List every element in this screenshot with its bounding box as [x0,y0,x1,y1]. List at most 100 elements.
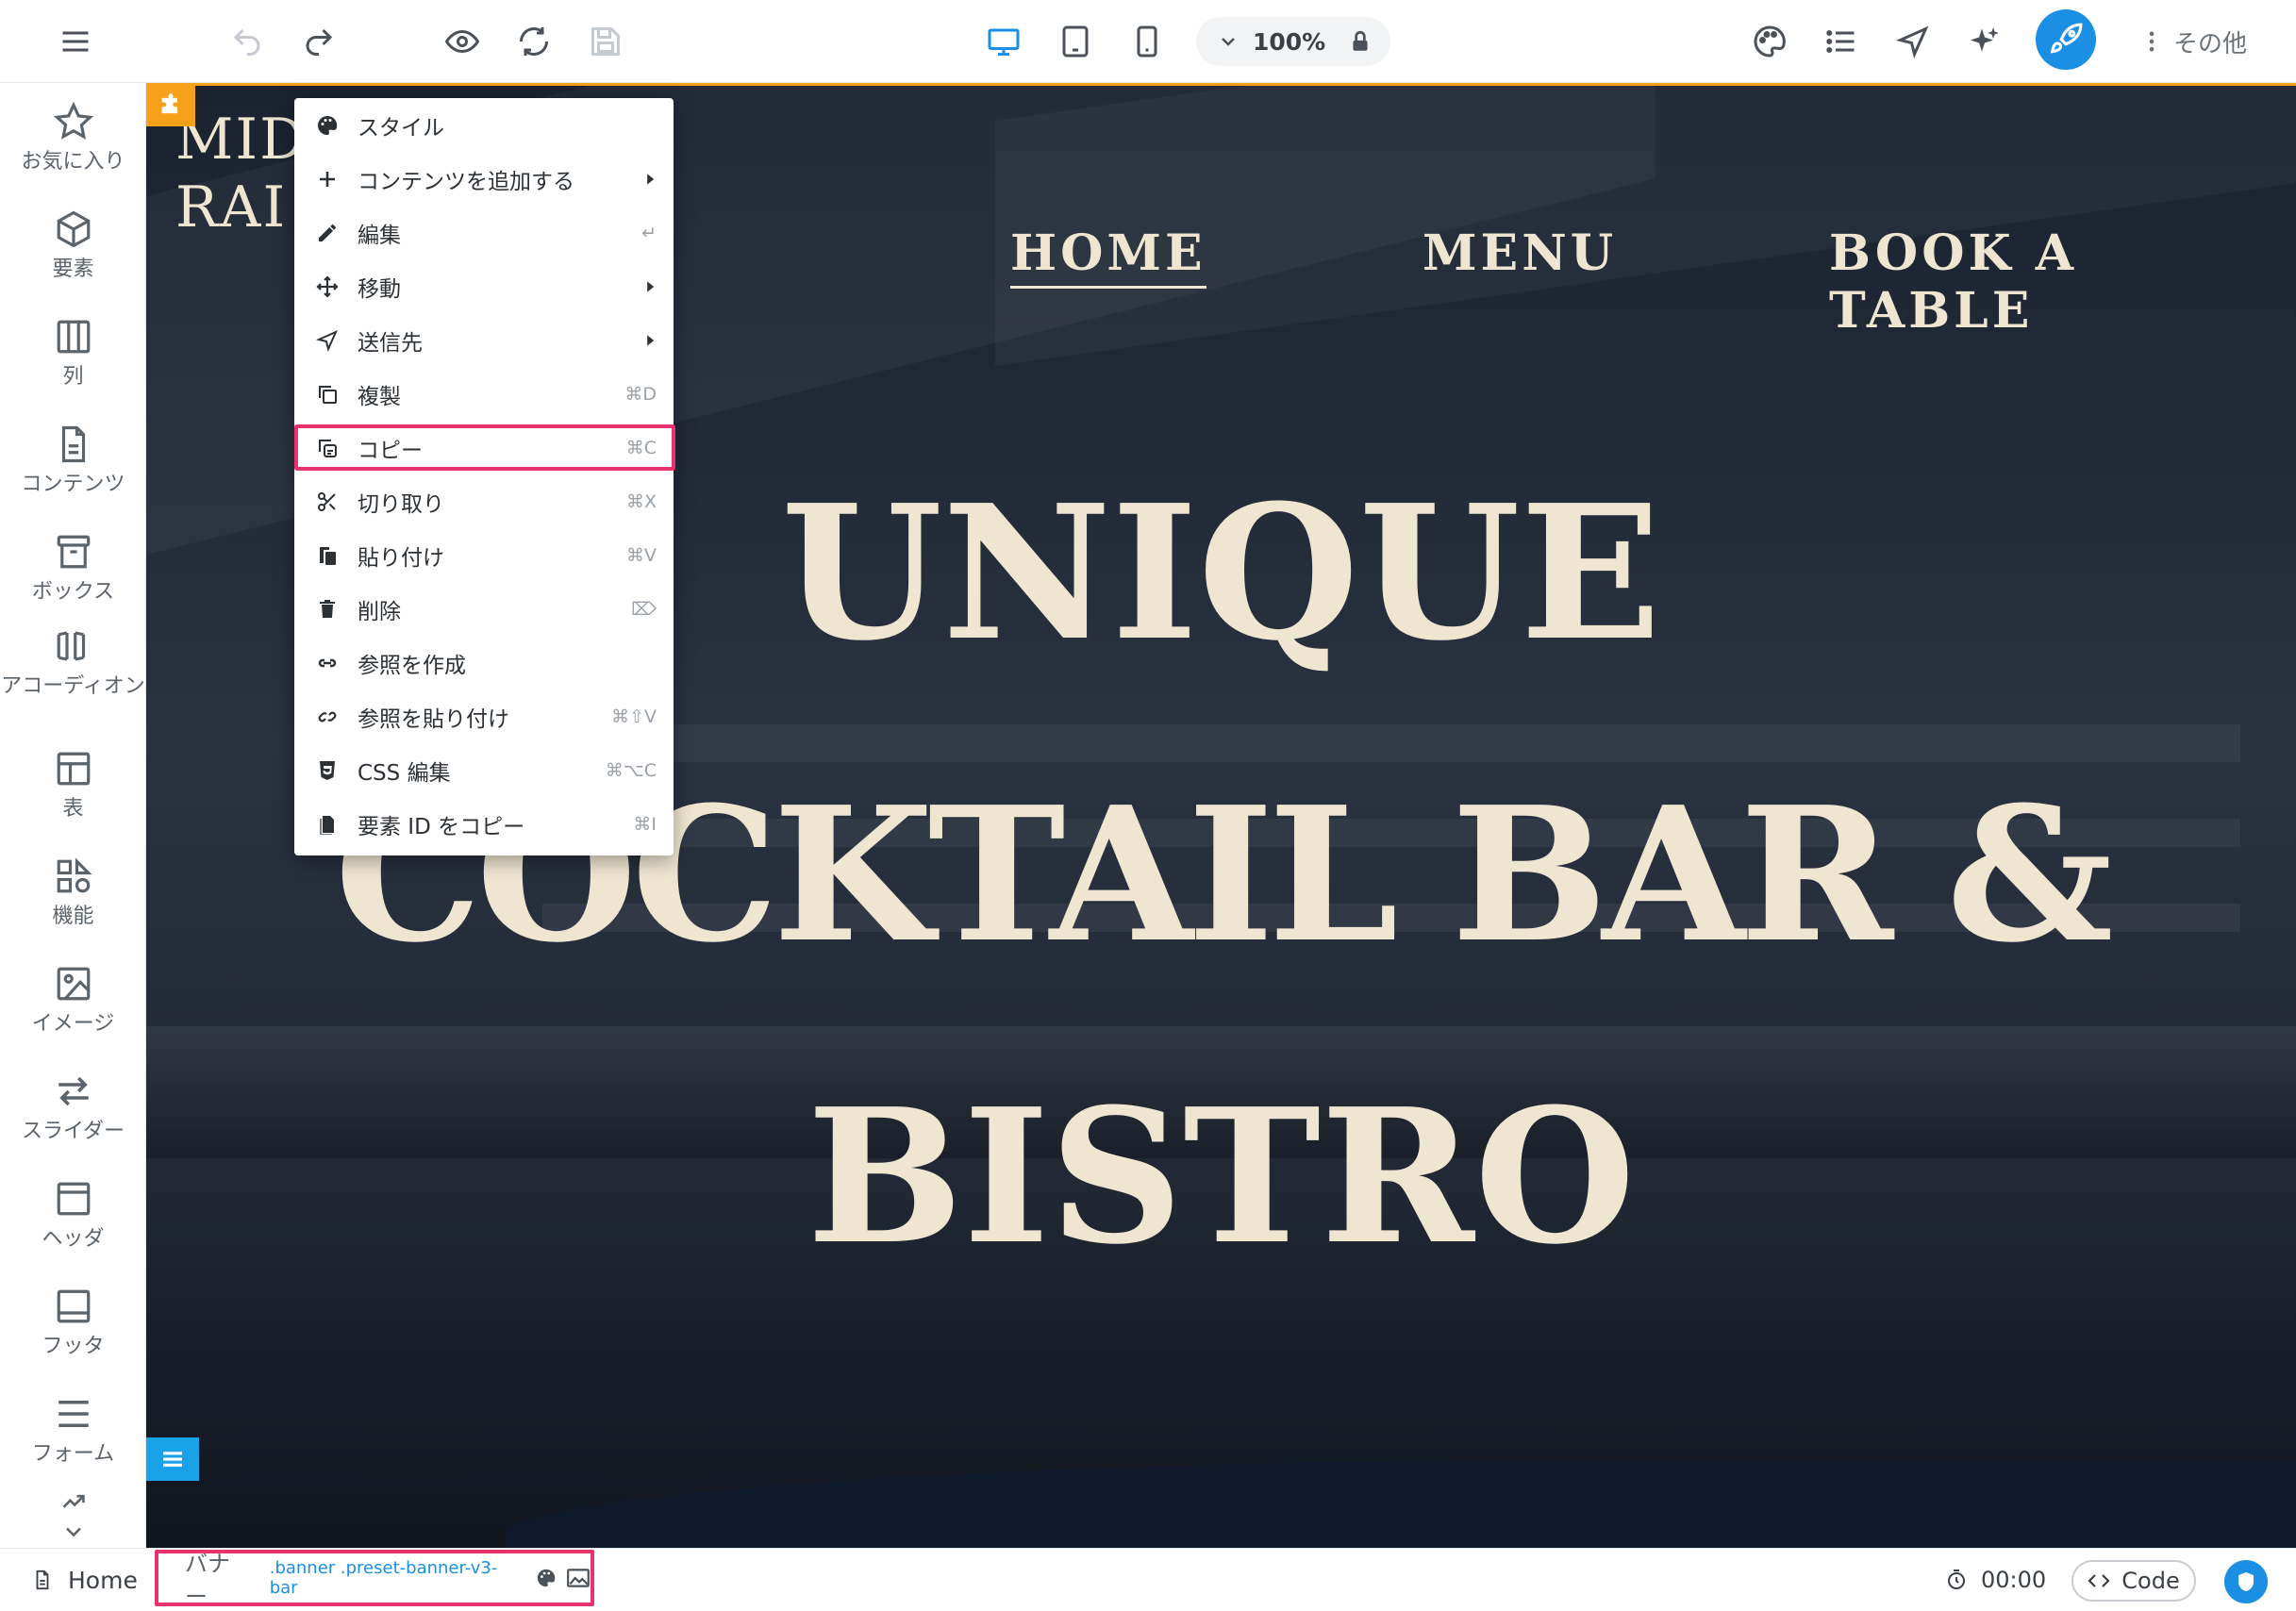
menu-item-move[interactable]: 移動 [294,259,674,313]
more-label: その他 [2173,29,2248,58]
nav-link-menu[interactable]: MENU [1423,224,1617,282]
navigate-arrow-icon[interactable] [1890,19,1936,64]
link-paste-icon [311,701,343,733]
move-icon [311,271,343,303]
puzzle-icon [161,93,177,114]
security-shield-button[interactable] [2224,1560,2268,1603]
pencil-icon [311,217,343,249]
menu-item-label: 送信先 [358,330,423,356]
page-selector[interactable]: Home [32,1564,138,1596]
breadcrumb[interactable]: バナー .banner .preset-banner-v3-bar [155,1550,594,1610]
tablet-view-icon[interactable] [1053,19,1098,64]
sidebar-item-favorites[interactable]: お気に入り [0,92,146,196]
sidebar-item-accordion[interactable]: アコーディオン [0,617,146,739]
sidebar-item-form[interactable]: フォーム [0,1385,146,1488]
sidebar-item-footer[interactable]: フッタ [0,1277,146,1381]
breadcrumb-element-name: バナー [185,1551,230,1610]
chevron-down-icon[interactable] [1211,25,1245,58]
palette-icon[interactable] [536,1568,557,1588]
code-button[interactable]: Code [2071,1560,2196,1602]
bottom-status-bar: Home バナー .banner .preset-banner-v3-bar 0… [0,1548,2296,1610]
preview-eye-icon[interactable] [440,19,485,64]
sidebar-item-columns[interactable]: 列 [0,307,146,411]
document-icon [61,425,85,463]
sidebar-item-table[interactable]: 表 [0,739,146,843]
duplicate-icon [311,378,343,410]
refresh-icon[interactable] [511,19,557,64]
slider-icon [58,1076,89,1106]
session-timer: 00:00 [1945,1564,2046,1596]
menu-item-delete[interactable]: 削除 ⌦ [294,582,674,636]
sidebar-item-image[interactable]: イメージ [0,955,146,1058]
sidebar-item-slider[interactable]: スライダー [0,1062,146,1166]
menu-item-css-edit[interactable]: CSS 編集 ⌘⌥C [294,743,674,797]
menu-item-shortcut: ⌦ [631,598,657,620]
link-icon [311,647,343,679]
cube-icon [57,210,90,248]
menu-item-duplicate[interactable]: 複製 ⌘D [294,367,674,421]
sidebar-item-label: イメージ [31,1012,115,1036]
table-icon [57,752,90,786]
zoom-control[interactable]: 100% [1196,17,1390,66]
sidebar-item-content[interactable]: コンテンツ [0,415,146,519]
logo-line2: RAI [175,174,288,241]
menu-item-style[interactable]: スタイル [294,98,674,152]
sidebar-item-header[interactable]: ヘッダ [0,1170,146,1273]
menu-item-label: 複製 [358,384,401,409]
id-copy-icon [311,808,343,840]
menu-item-send-to[interactable]: 送信先 [294,313,674,367]
columns-icon [57,320,90,354]
menu-item-label: 切り取り [358,491,444,517]
menu-item-cut[interactable]: 切り取り ⌘X [294,474,674,528]
image-icon[interactable] [566,1568,591,1588]
desktop-view-icon[interactable] [981,19,1026,64]
publish-rocket-button[interactable] [2036,9,2096,70]
hamburger-menu-icon[interactable] [53,19,98,64]
more-menu[interactable]: その他 [2138,19,2247,64]
sidebar-item-elements[interactable]: 要素 [0,200,146,304]
row-handle[interactable] [146,1437,199,1481]
chevron-down-icon [66,1527,81,1537]
menu-item-label: 要素 ID をコピー [358,814,525,839]
list-icon[interactable] [1819,19,1864,64]
plus-icon [311,163,343,195]
menu-item-shortcut: ⌘I [633,813,657,835]
sidebar-item-label: 表 [62,797,84,821]
menu-item-label: 参照を作成 [358,653,466,678]
lock-icon[interactable] [1343,25,1377,58]
menu-item-create-reference[interactable]: 参照を作成 [294,636,674,689]
undo-icon[interactable] [225,19,270,64]
menu-item-edit[interactable]: 編集 ↵ [294,206,674,259]
shield-icon [2238,1572,2254,1591]
palette-icon[interactable] [1747,19,1792,64]
menu-item-paste[interactable]: 貼り付け ⌘V [294,528,674,582]
nav-link-book-table[interactable]: BOOK A TABLE [1829,224,2296,340]
page-name: Home [68,1566,138,1594]
hero-heading-line3[interactable]: BISTRO [146,1064,2296,1290]
ai-sparkle-icon[interactable] [1962,19,2007,64]
menu-item-shortcut: ⌘D [624,383,657,405]
menu-item-paste-reference[interactable]: 参照を貼り付け ⌘⇧V [294,689,674,743]
submenu-arrow-icon [647,280,655,292]
breadcrumb-selector[interactable]: .banner .preset-banner-v3-bar [270,1558,524,1598]
sidebar-item-box[interactable]: ボックス [0,523,146,626]
element-handle[interactable] [146,85,195,126]
sidebar-item-label: フォーム [31,1442,115,1466]
submenu-arrow-icon [647,173,655,185]
code-label: Code [2121,1568,2180,1594]
form-icon [58,1401,89,1427]
sidebar-scroll-more[interactable] [53,1488,94,1545]
sidebar-item-features[interactable]: 機能 [0,847,146,951]
redo-icon[interactable] [296,19,341,64]
menu-item-add-content[interactable]: コンテンツを追加する [294,152,674,206]
mobile-view-icon[interactable] [1124,19,1170,64]
menu-item-label: 削除 [358,599,401,624]
menu-item-copy-element-id[interactable]: 要素 ID をコピー ⌘I [294,797,674,851]
sidebar-item-label: フッタ [42,1335,105,1358]
sidebar-item-label: 列 [62,365,84,389]
box-icon [57,535,90,569]
nav-link-home[interactable]: HOME [1010,224,1206,289]
save-icon[interactable] [583,19,628,64]
star-icon [53,102,93,140]
features-icon [57,857,92,893]
